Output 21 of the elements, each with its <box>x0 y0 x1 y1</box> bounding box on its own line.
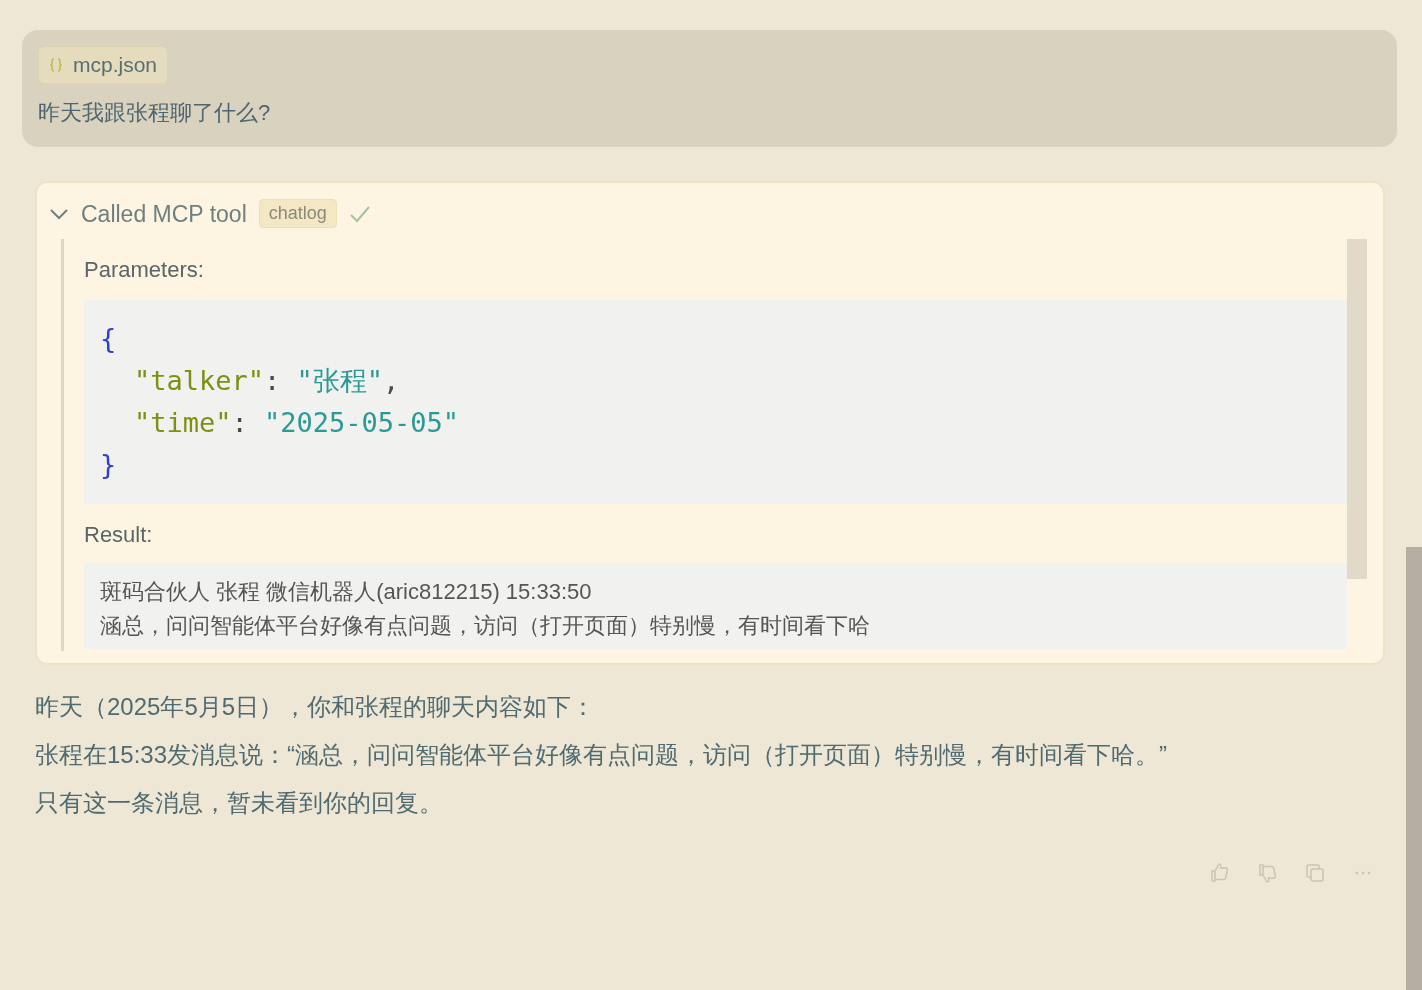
attachment-chip[interactable]: mcp.json <box>38 46 169 84</box>
copy-icon[interactable] <box>1303 861 1327 885</box>
code-line: "time": "2025-05-05" <box>133 406 461 440</box>
code-line: { <box>100 322 118 356</box>
tool-name-tag: chatlog <box>258 199 337 229</box>
answer-paragraph: 张程在15:33发消息说：“涵总，问问智能体平台好像有点问题，访问（打开页面）特别慢，有时间看下哈。” <box>35 740 1169 770</box>
tool-call-title[interactable]: Called MCP tool <box>81 196 247 231</box>
result-line: 斑码合伙人 张程 微信机器人(aric812215) 15:33:50 <box>100 578 593 606</box>
answer-paragraph: 昨天（2025年5月5日），你和张程的聊天内容如下： <box>35 692 597 722</box>
page-scrollbar[interactable] <box>1406 547 1422 990</box>
scrollbar[interactable] <box>1347 239 1367 579</box>
json-file-icon <box>49 56 63 73</box>
code-line: "talker": "张程", <box>133 364 401 398</box>
user-message: 昨天我跟张程聊了什么? <box>38 98 272 127</box>
section-label: Result: <box>84 521 154 549</box>
answer-paragraph: 只有这一条消息，暂未看到你的回复。 <box>35 788 444 818</box>
code-line: } <box>100 448 118 482</box>
section-label: Parameters: <box>84 256 205 284</box>
result-line: 涵总，问问智能体平台好像有点问题，访问（打开页面）特别慢，有时间看下哈 <box>100 612 871 640</box>
attachment-name: mcp.json <box>73 52 158 78</box>
chevron-icon[interactable] <box>49 207 69 220</box>
